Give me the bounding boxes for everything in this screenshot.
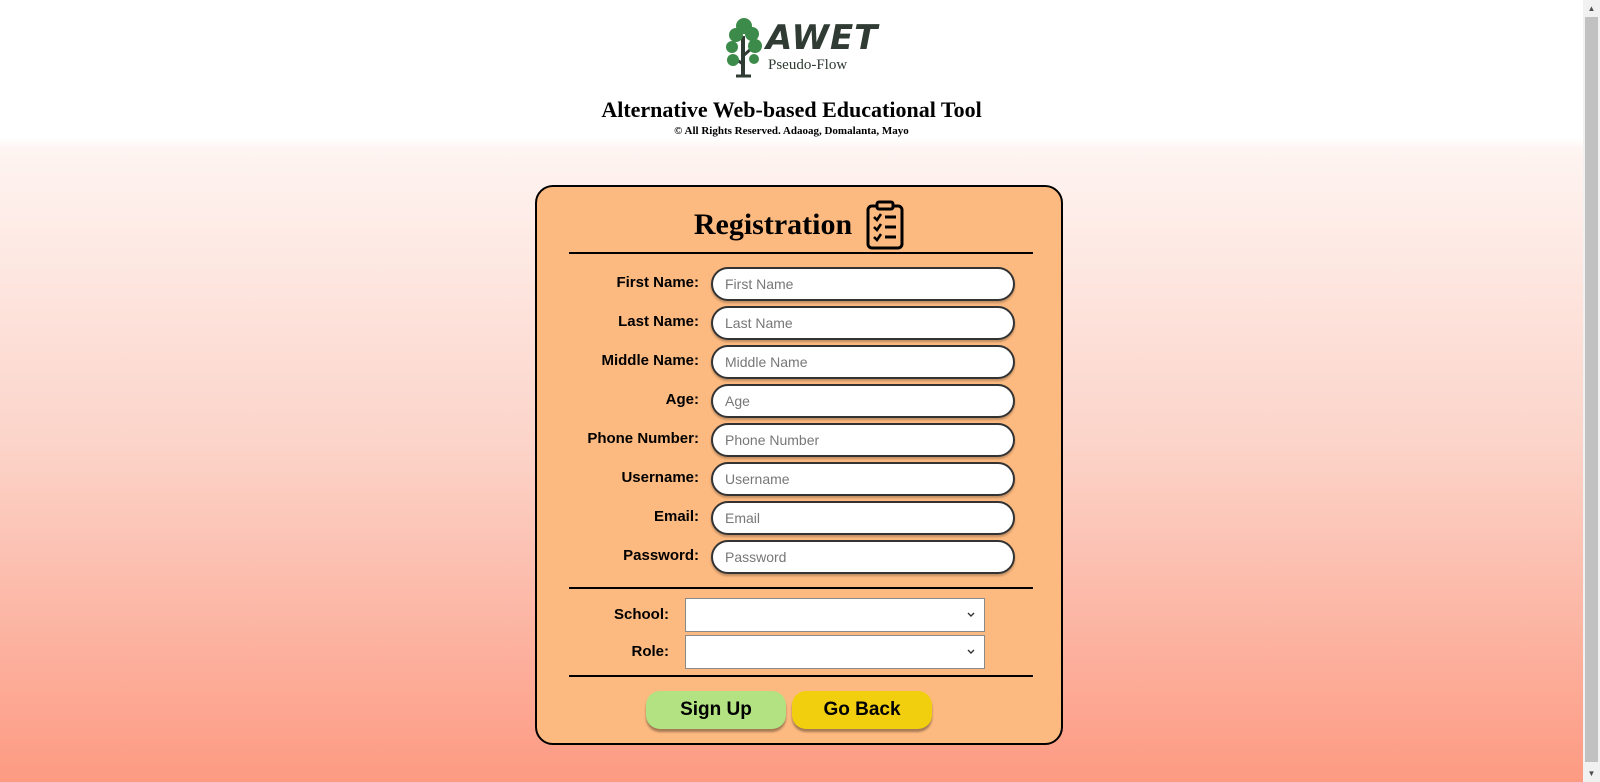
logo-word: AWET — [766, 18, 879, 58]
awet-logo: AWET Pseudo-Flow — [724, 16, 877, 78]
middle-name-label: Middle Name: — [601, 352, 699, 369]
registration-heading: Registration — [537, 199, 1061, 251]
age-input[interactable] — [711, 384, 1015, 418]
password-input[interactable] — [711, 540, 1015, 574]
school-select[interactable] — [685, 598, 985, 632]
chevron-down-icon — [967, 612, 975, 617]
role-label: Role: — [631, 643, 670, 660]
middle-name-row: Middle Name: — [537, 345, 1061, 379]
clipboard-checklist-icon — [866, 200, 904, 250]
last-name-input[interactable] — [711, 306, 1015, 340]
role-row: Role: — [537, 635, 1061, 669]
school-row: School: — [537, 598, 1061, 632]
last-name-label: Last Name: — [618, 313, 699, 330]
email-input[interactable] — [711, 501, 1015, 535]
email-row: Email: — [537, 501, 1061, 535]
username-row: Username: — [537, 462, 1061, 496]
sign-up-button[interactable]: Sign Up — [646, 691, 786, 729]
registration-card: Registration First Name: Last Name: Midd… — [535, 185, 1063, 745]
tree-icon — [726, 18, 762, 78]
age-label: Age: — [665, 391, 699, 408]
page-header: AWET Pseudo-Flow Alternative Web-based E… — [0, 0, 1583, 140]
divider — [569, 252, 1033, 254]
scroll-down-arrow-icon[interactable]: ▼ — [1583, 765, 1600, 782]
role-select[interactable] — [685, 635, 985, 669]
password-row: Password: — [537, 540, 1061, 574]
phone-number-input[interactable] — [711, 423, 1015, 457]
go-back-button[interactable]: Go Back — [792, 691, 932, 729]
logo-subtitle: Pseudo-Flow — [768, 57, 848, 73]
vertical-scrollbar[interactable]: ▲ ▼ — [1583, 0, 1600, 782]
username-input[interactable] — [711, 462, 1015, 496]
chevron-down-icon — [967, 649, 975, 654]
copyright-text: © All Rights Reserved. Adaoag, Domalanta… — [674, 125, 909, 137]
email-label: Email: — [653, 508, 699, 525]
scroll-up-arrow-icon[interactable]: ▲ — [1583, 0, 1600, 17]
phone-number-label: Phone Number: — [587, 430, 699, 447]
last-name-row: Last Name: — [537, 306, 1061, 340]
middle-name-input[interactable] — [711, 345, 1015, 379]
username-label: Username: — [621, 469, 699, 486]
age-row: Age: — [537, 384, 1061, 418]
scrollbar-thumb[interactable] — [1585, 17, 1598, 762]
site-title: Alternative Web-based Educational Tool — [601, 97, 982, 122]
registration-title: Registration — [693, 208, 853, 241]
first-name-label: First Name: — [616, 274, 699, 291]
first-name-input[interactable] — [711, 267, 1015, 301]
password-label: Password: — [623, 547, 699, 564]
divider — [569, 675, 1033, 677]
school-label: School: — [614, 606, 669, 623]
first-name-row: First Name: — [537, 267, 1061, 301]
phone-number-row: Phone Number: — [537, 423, 1061, 457]
divider — [569, 587, 1033, 589]
